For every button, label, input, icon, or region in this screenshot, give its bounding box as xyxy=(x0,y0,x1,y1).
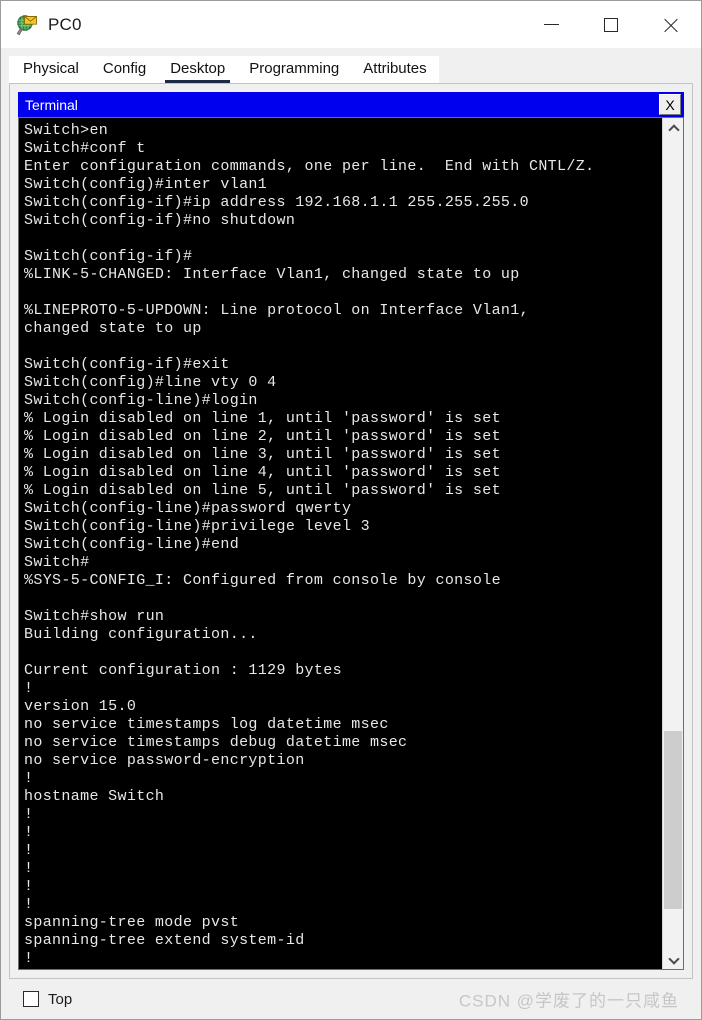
pc0-window: PC0 Physical Config Desktop Programming … xyxy=(0,0,702,1020)
desktop-panel: Terminal X Switch>en Switch#conf t Enter… xyxy=(9,83,693,979)
close-button[interactable] xyxy=(641,1,701,48)
tab-physical[interactable]: Physical xyxy=(9,56,91,83)
scrollbar-thumb[interactable] xyxy=(664,730,682,910)
terminal-titlebar: Terminal X xyxy=(18,92,684,117)
window-titlebar: PC0 xyxy=(1,1,701,48)
tab-programming[interactable]: Programming xyxy=(237,56,352,83)
top-checkbox[interactable] xyxy=(23,991,39,1007)
window-footer: Top CSDN @学废了的一只咸鱼 xyxy=(9,979,693,1019)
watermark: CSDN @学废了的一只咸鱼 xyxy=(458,991,679,1011)
window-title: PC0 xyxy=(48,14,82,34)
tabstrip-filler xyxy=(438,56,693,83)
chevron-down-icon xyxy=(669,955,678,964)
tab-config[interactable]: Config xyxy=(90,56,159,83)
minimize-icon xyxy=(543,24,559,25)
top-checkbox-row[interactable]: Top xyxy=(23,991,72,1008)
close-icon xyxy=(662,16,680,34)
terminal-output: Switch>en Switch#conf t Enter configurat… xyxy=(24,122,595,967)
scroll-down-button[interactable] xyxy=(663,949,683,969)
tabstrip: Physical Config Desktop Programming Attr… xyxy=(9,54,693,83)
packet-tracer-pc-icon xyxy=(15,13,39,37)
top-checkbox-label: Top xyxy=(48,990,73,1008)
terminal-title: Terminal xyxy=(25,96,78,113)
terminal-close-button[interactable]: X xyxy=(659,94,681,115)
tab-attributes[interactable]: Attributes xyxy=(351,56,439,83)
terminal-body: Switch>en Switch#conf t Enter configurat… xyxy=(18,117,684,970)
terminal-scrollbar[interactable] xyxy=(662,118,683,969)
titlebar-left: PC0 xyxy=(1,13,82,37)
terminal-window: Terminal X Switch>en Switch#conf t Enter… xyxy=(18,92,684,970)
minimize-button[interactable] xyxy=(521,1,581,48)
maximize-icon xyxy=(604,17,618,32)
chevron-up-icon xyxy=(669,124,678,133)
maximize-button[interactable] xyxy=(581,1,641,48)
window-body: Physical Config Desktop Programming Attr… xyxy=(1,48,701,1019)
scroll-up-button[interactable] xyxy=(663,118,683,138)
terminal-screen[interactable]: Switch>en Switch#conf t Enter configurat… xyxy=(19,118,662,969)
window-controls xyxy=(521,1,701,48)
tab-desktop[interactable]: Desktop xyxy=(158,56,238,83)
